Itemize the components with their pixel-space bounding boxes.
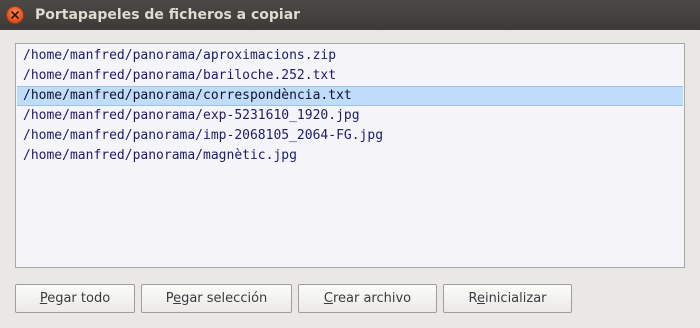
list-item[interactable]: /home/manfred/panorama/imp-2068105_2064-… (17, 126, 683, 146)
reset-button[interactable]: Reinicializar (443, 284, 572, 313)
list-item[interactable]: /home/manfred/panorama/magnètic.jpg (17, 146, 683, 166)
window-title: Portapapeles de ficheros a copiar (35, 7, 301, 23)
titlebar: Portapapeles de ficheros a copiar (0, 0, 700, 30)
clipboard-window: Portapapeles de ficheros a copiar /home/… (0, 0, 700, 328)
paste-all-button[interactable]: Pegar todo (15, 284, 135, 313)
paste-selection-mnemonic: e (173, 291, 182, 306)
create-file-button[interactable]: Crear archivo (298, 284, 437, 313)
paste-all-label: egar todo (47, 291, 111, 306)
file-list[interactable]: /home/manfred/panorama/aproximacions.zip… (15, 43, 685, 268)
list-item[interactable]: /home/manfred/panorama/exp-5231610_1920.… (17, 106, 683, 126)
list-item-selected[interactable]: /home/manfred/panorama/correspondència.t… (17, 86, 683, 106)
list-item[interactable]: /home/manfred/panorama/aproximacions.zip (17, 46, 683, 66)
create-file-label: rear archivo (332, 291, 412, 306)
paste-selection-label: gar selección (181, 291, 268, 306)
create-file-mnemonic: C (323, 291, 333, 306)
list-item[interactable]: /home/manfred/panorama/bariloche.252.txt (17, 66, 683, 86)
reset-label: inicializar (484, 291, 547, 306)
reset-label-start: R (468, 291, 477, 306)
paste-selection-button[interactable]: Pegar selección (141, 284, 292, 313)
reset-mnemonic: e (476, 291, 485, 306)
paste-selection-label-start: P (165, 291, 174, 306)
close-button[interactable] (6, 6, 24, 24)
close-icon (11, 11, 19, 19)
